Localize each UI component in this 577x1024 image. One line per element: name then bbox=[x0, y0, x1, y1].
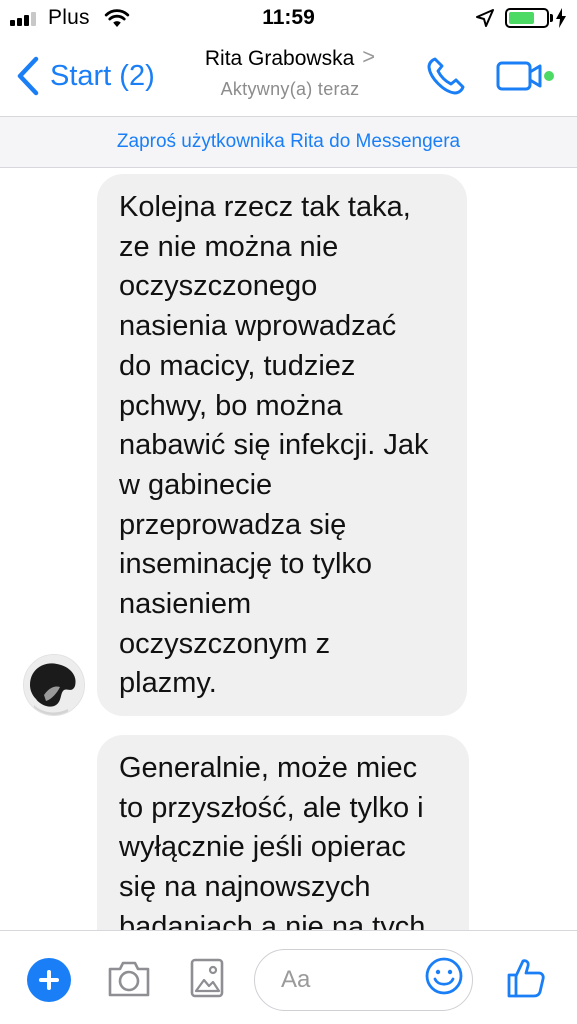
contact-name: Rita Grabowska bbox=[204, 47, 355, 70]
thumbs-up-icon[interactable] bbox=[506, 957, 546, 999]
avatar[interactable] bbox=[23, 654, 85, 716]
back-chevron-icon bbox=[17, 56, 39, 96]
avatar-image bbox=[24, 655, 84, 715]
message-text: Kolejna rzecz tak taka, ze nie można nie… bbox=[119, 191, 429, 700]
emoji-icon[interactable] bbox=[424, 956, 464, 996]
contact-status: Aktywny(a) teraz bbox=[220, 79, 360, 99]
message-list[interactable]: Kolejna rzecz tak taka, ze nie można nie… bbox=[0, 168, 577, 930]
online-dot bbox=[544, 71, 554, 81]
camera-icon[interactable] bbox=[106, 959, 152, 999]
conversation-header: Start (2) Rita Grabowska > Aktywny(a) ter… bbox=[0, 36, 577, 116]
plus-icon[interactable] bbox=[27, 958, 71, 1002]
photo-gallery-icon[interactable] bbox=[189, 957, 225, 999]
message-bubble[interactable]: Generalnie, może miec to przyszłość, ale… bbox=[97, 735, 469, 930]
battery-level bbox=[509, 12, 535, 24]
battery-icon bbox=[505, 8, 549, 28]
phone-icon[interactable] bbox=[424, 54, 468, 98]
chevron-right-icon: > bbox=[362, 44, 376, 69]
message-bubble[interactable]: Kolejna rzecz tak taka, ze nie można nie… bbox=[97, 174, 467, 716]
location-arrow-icon bbox=[476, 9, 494, 27]
contact-info[interactable]: Rita Grabowska > Aktywny(a) teraz bbox=[150, 44, 430, 100]
invite-to-messenger-link[interactable]: Zaproś użytkownika Rita do Messengera bbox=[0, 116, 577, 168]
message-input[interactable] bbox=[281, 960, 421, 1000]
video-camera-icon[interactable] bbox=[496, 58, 556, 94]
back-label: Start (2) bbox=[50, 59, 155, 92]
battery-cap bbox=[550, 14, 553, 22]
status-bar: Plus 11:59 bbox=[0, 0, 577, 36]
back-button[interactable]: Start (2) bbox=[14, 56, 155, 96]
charging-bolt-icon bbox=[556, 8, 566, 28]
message-text: Generalnie, może miec to przyszłość, ale… bbox=[119, 752, 426, 930]
composer-bar bbox=[0, 930, 577, 1024]
